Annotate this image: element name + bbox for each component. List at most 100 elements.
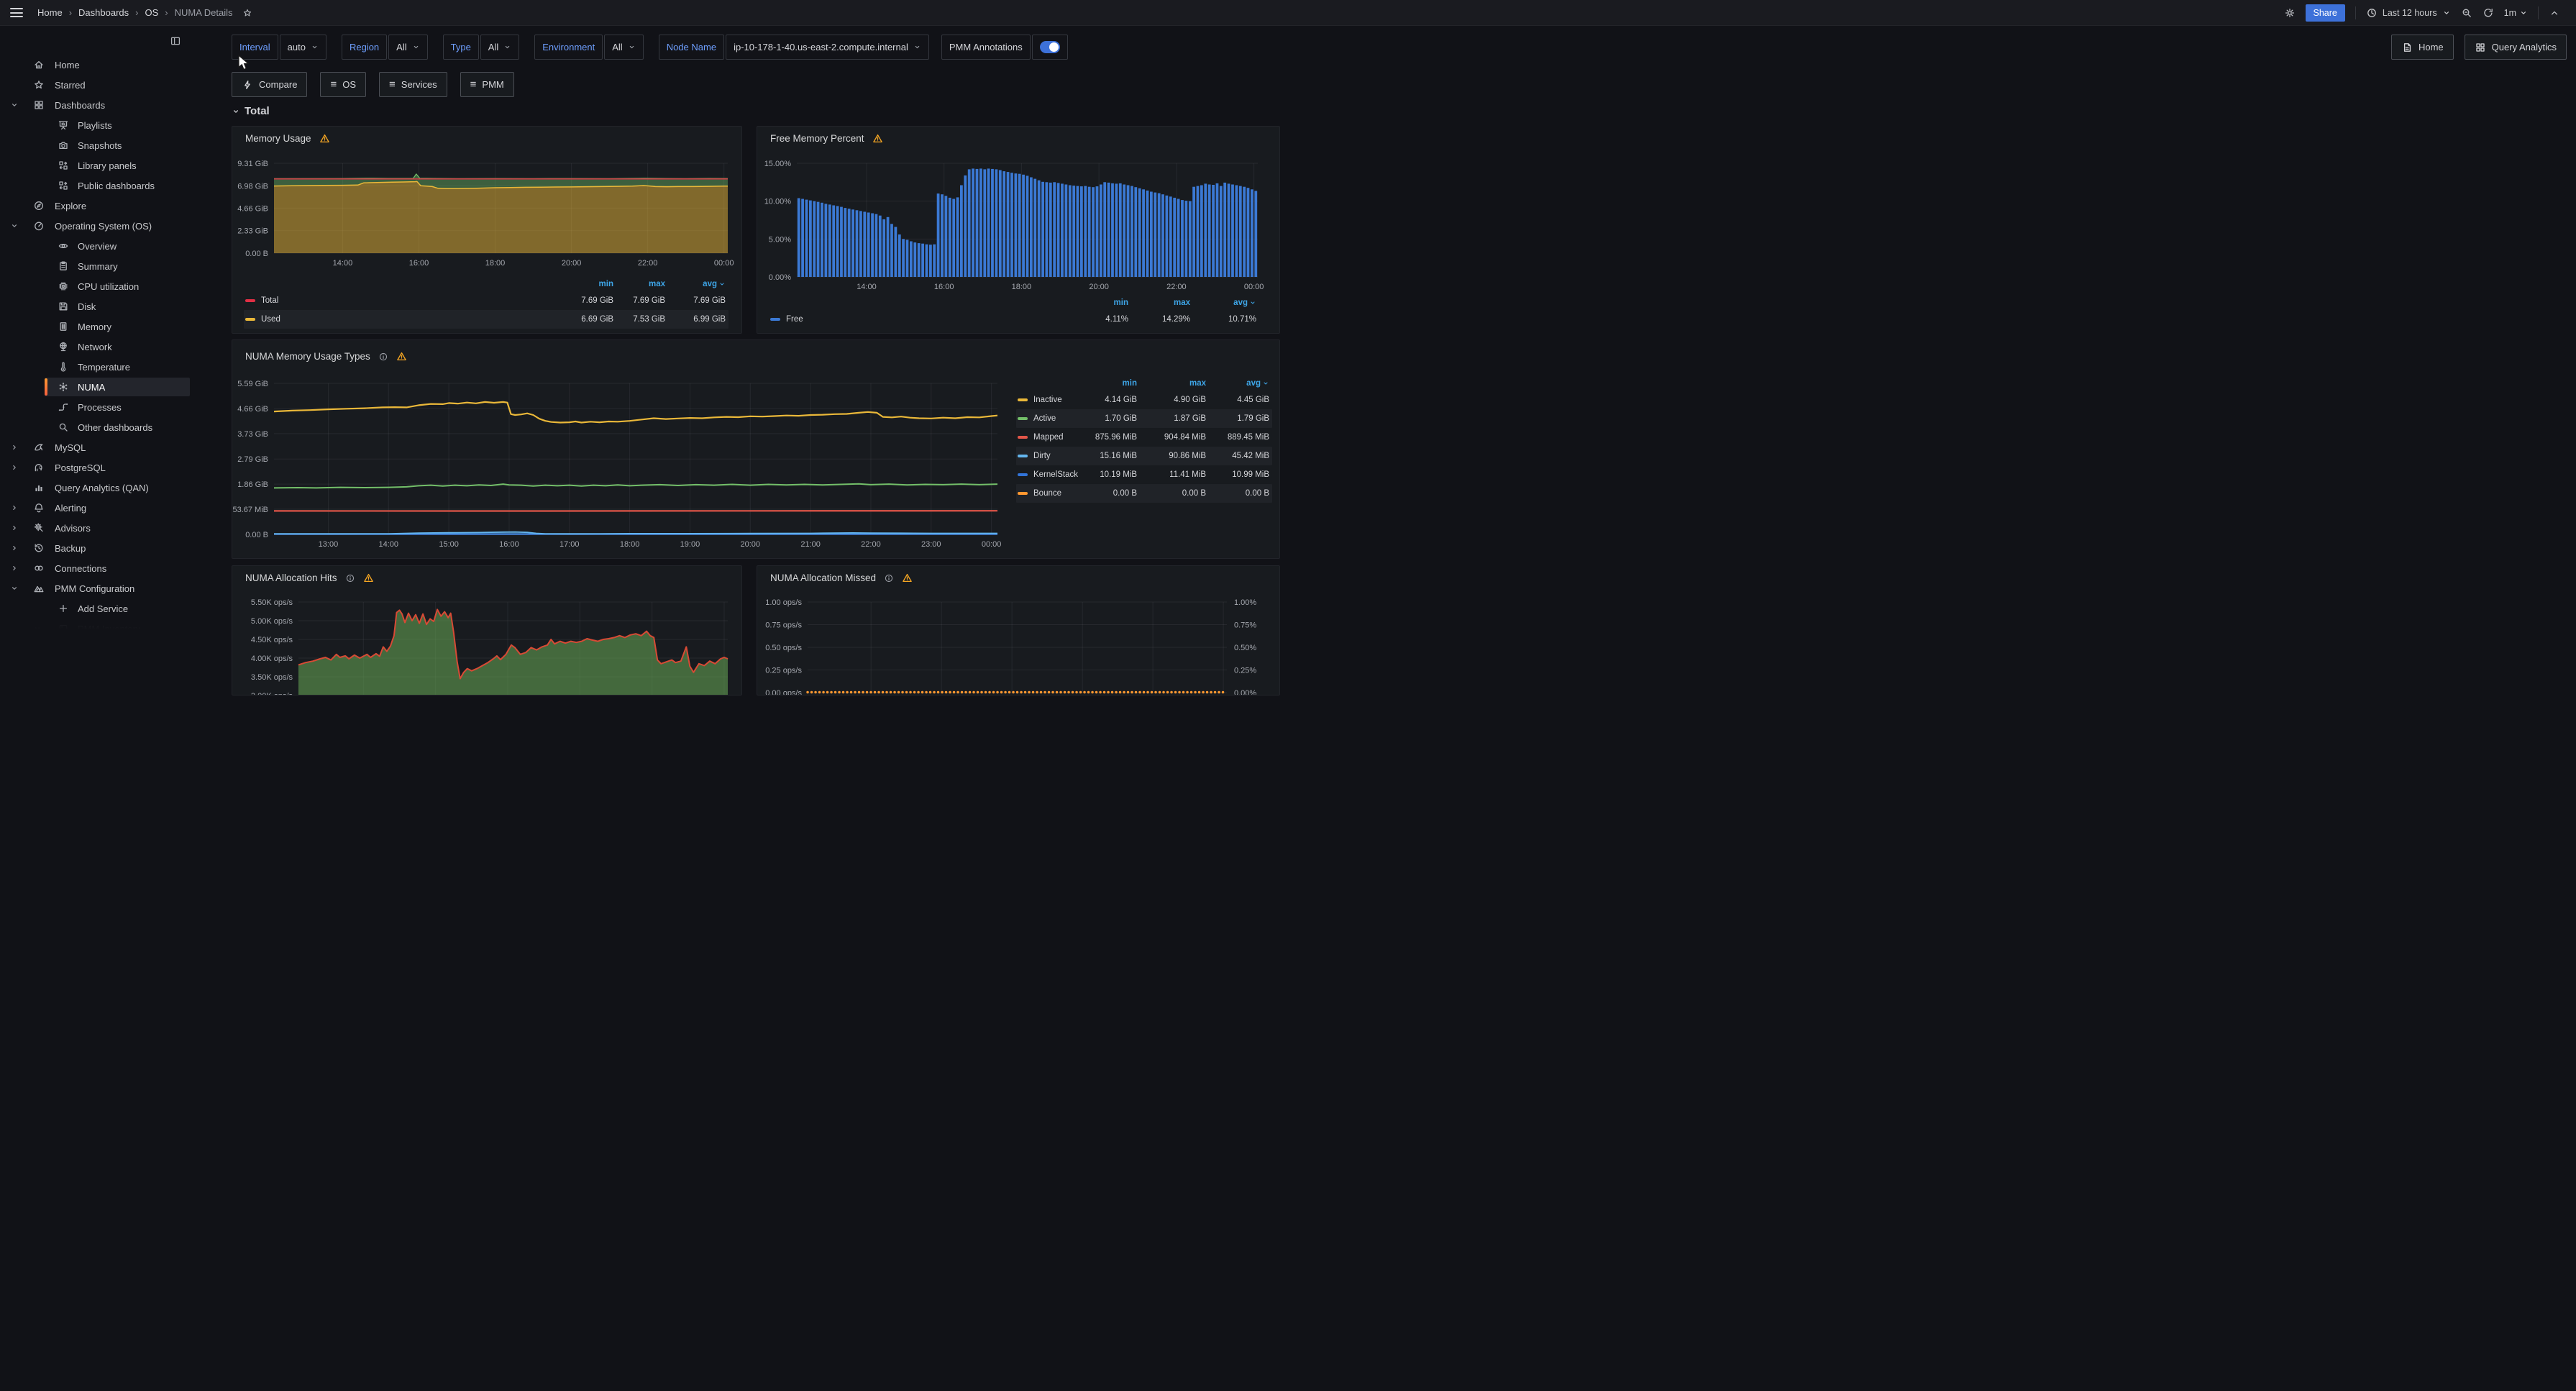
services-menu-button[interactable]: ≡ Services [379, 72, 447, 97]
allocation-hits-chart[interactable]: 5.50K ops/s5.00K ops/s4.50K ops/s4.00K o… [232, 566, 741, 695]
query-analytics-button[interactable]: Query Analytics [2465, 35, 2567, 60]
favorite-star-icon[interactable] [242, 8, 252, 18]
kiosk-caret-up-icon[interactable] [2549, 7, 2560, 19]
allocation-missed-chart[interactable]: 0.00 ops/s0.25 ops/s0.50 ops/s0.75 ops/s… [757, 566, 1279, 695]
home-icon [33, 59, 45, 70]
environment-label[interactable]: Environment [534, 35, 603, 60]
panel-title[interactable]: NUMA Allocation Missed [770, 573, 876, 583]
region-select[interactable]: All [388, 35, 427, 60]
legend-sort-max[interactable]: max [1128, 298, 1190, 307]
collapse-sidebar-icon[interactable] [170, 35, 181, 47]
legend-sort-min[interactable]: min [1071, 298, 1128, 307]
sidebar-item-library-panels[interactable]: Library panels [0, 155, 201, 175]
sidebar-item-overview[interactable]: Overview [0, 236, 201, 256]
pmm-menu-button[interactable]: ≡ PMM [460, 72, 514, 97]
link-button-row: Compare ≡ OS ≡ Services ≡ PMM [232, 72, 514, 97]
home-dashboard-button[interactable]: Home [2391, 35, 2454, 60]
type-select[interactable]: All [480, 35, 519, 60]
node-name-label[interactable]: Node Name [659, 35, 724, 60]
breadcrumb-home[interactable]: Home [37, 7, 63, 18]
sidebar-item-disk[interactable]: Disk [0, 296, 201, 316]
sidebar-item-label: Network [78, 342, 112, 352]
sidebar-item-home[interactable]: Home [0, 55, 201, 75]
breadcrumb-os[interactable]: OS [145, 7, 158, 18]
panel-title[interactable]: NUMA Memory Usage Types [245, 351, 370, 362]
sidebar-item-pmm-inventory[interactable]: PMM Inventory [0, 619, 201, 639]
numa-types-chart[interactable]: 13:0014:0015:0016:0017:0018:0019:0020:00… [232, 340, 1009, 558]
sidebar-item-public-dashboards[interactable]: Public dashboards [0, 175, 201, 196]
sidebar-item-other-dashboards[interactable]: Other dashboards [0, 417, 201, 437]
region-label[interactable]: Region [342, 35, 387, 60]
sidebar-item-connections[interactable]: Connections [0, 558, 201, 578]
compare-button[interactable]: Compare [232, 72, 307, 97]
zoom-out-icon[interactable] [2461, 7, 2472, 19]
sidebar-item-playlists[interactable]: Playlists [0, 115, 201, 135]
active-indicator [45, 378, 47, 396]
warning-icon[interactable] [872, 133, 883, 144]
sidebar-item-snapshots[interactable]: Snapshots [0, 135, 201, 155]
sidebar-item-summary[interactable]: Summary [0, 256, 201, 276]
sidebar-item-cpu-utilization[interactable]: CPU utilization [0, 276, 201, 296]
sidebar-item-numa[interactable]: NUMA [0, 377, 201, 397]
sidebar-item-alerting[interactable]: Alerting [0, 498, 201, 518]
panel-title[interactable]: Memory Usage [245, 133, 311, 144]
legend-sort-avg[interactable]: avg [1206, 379, 1269, 388]
legend-series-label[interactable]: Inactive [1018, 396, 1081, 404]
sidebar-item-postgresql[interactable]: PostgreSQL [0, 457, 201, 478]
legend-sort-max[interactable]: max [613, 280, 665, 288]
legend-sort-max[interactable]: max [1137, 379, 1206, 388]
sidebar-item-backup[interactable]: Backup [0, 538, 201, 558]
breadcrumb-dashboards[interactable]: Dashboards [78, 7, 129, 18]
legend-series-label[interactable]: KernelStack [1018, 470, 1081, 479]
sidebar-item-temperature[interactable]: Temperature [0, 357, 201, 377]
type-label[interactable]: Type [443, 35, 479, 60]
panel-title[interactable]: Free Memory Percent [770, 133, 864, 144]
sidebar-item-processes[interactable]: Processes [0, 397, 201, 417]
warning-icon[interactable] [363, 573, 374, 583]
settings-gear-icon[interactable] [2284, 7, 2296, 19]
os-menu-button[interactable]: ≡ OS [320, 72, 366, 97]
sidebar-item-add-service[interactable]: Add Service [0, 598, 201, 619]
interval-select[interactable]: auto [280, 35, 326, 60]
legend-series-label[interactable]: Bounce [1018, 489, 1081, 498]
refresh-icon[interactable] [2483, 7, 2494, 19]
time-range-picker[interactable]: Last 12 hours [2366, 7, 2451, 19]
legend-sort-avg[interactable]: avg [665, 280, 726, 288]
info-icon[interactable] [345, 573, 355, 583]
info-icon[interactable] [884, 573, 894, 583]
refresh-interval-dropdown[interactable]: 1m [2504, 8, 2528, 18]
sidebar-item-mysql[interactable]: MySQL [0, 437, 201, 457]
sidebar-item-label: MySQL [55, 442, 86, 453]
legend-series-label[interactable]: Used [245, 315, 562, 324]
menu-icon[interactable] [10, 8, 23, 17]
environment-select[interactable]: All [604, 35, 643, 60]
warning-icon[interactable] [319, 133, 330, 144]
info-icon[interactable] [378, 352, 388, 362]
sidebar-item-advisors[interactable]: Advisors [0, 518, 201, 538]
warning-icon[interactable] [902, 573, 913, 583]
legend-series-label[interactable]: Mapped [1018, 433, 1081, 442]
sidebar-item-network[interactable]: Network [0, 337, 201, 357]
sidebar-item-starred[interactable]: Starred [0, 75, 201, 95]
node-name-select[interactable]: ip-10-178-1-40.us-east-2.compute.interna… [726, 35, 929, 60]
sidebar-item-query-analytics-qan[interactable]: Query Analytics (QAN) [0, 478, 201, 498]
warning-icon[interactable] [396, 351, 407, 362]
panel-title[interactable]: NUMA Allocation Hits [245, 573, 337, 583]
legend-series-label[interactable]: Dirty [1018, 452, 1081, 460]
sidebar-item-explore[interactable]: Explore [0, 196, 201, 216]
sidebar-item-operating-system-os[interactable]: Operating System (OS) [0, 216, 201, 236]
legend-sort-avg[interactable]: avg [1190, 298, 1256, 307]
sidebar-item-pmm-configuration[interactable]: PMM Configuration [0, 578, 201, 598]
total-section-header[interactable]: Total [232, 105, 270, 117]
legend-sort-min[interactable]: min [1081, 379, 1137, 388]
interval-label[interactable]: Interval [232, 35, 278, 60]
series-color-swatch [1018, 473, 1028, 476]
legend-series-label[interactable]: Free [770, 315, 1071, 324]
pmm-annotations-toggle[interactable] [1032, 35, 1068, 60]
legend-series-label[interactable]: Total [245, 296, 562, 305]
legend-series-label[interactable]: Active [1018, 414, 1081, 423]
sidebar-item-memory[interactable]: Memory [0, 316, 201, 337]
share-button[interactable]: Share [2306, 4, 2345, 22]
legend-sort-min[interactable]: min [562, 280, 613, 288]
sidebar-item-dashboards[interactable]: Dashboards [0, 95, 201, 115]
